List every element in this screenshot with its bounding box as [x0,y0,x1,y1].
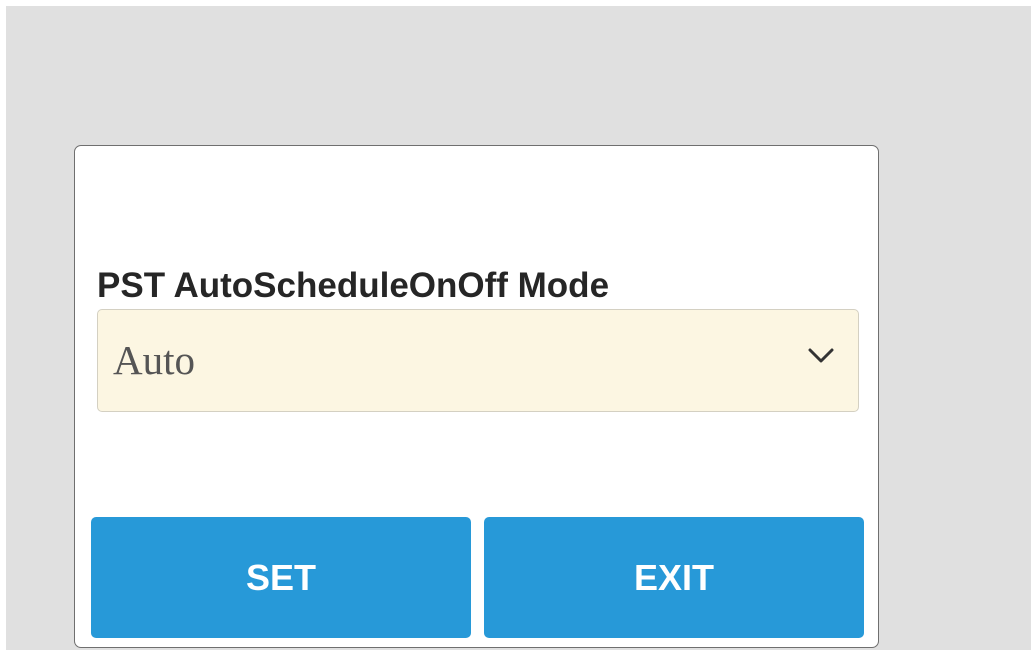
set-button[interactable]: SET [91,517,471,638]
mode-select[interactable]: Auto [97,309,859,412]
mode-select-value: Auto [113,337,195,383]
mode-dialog: PST AutoScheduleOnOff Mode Auto SET EXIT [74,145,879,648]
chevron-down-icon [808,348,834,363]
field-label: PST AutoScheduleOnOff Mode [97,266,610,305]
exit-button[interactable]: EXIT [484,517,864,638]
